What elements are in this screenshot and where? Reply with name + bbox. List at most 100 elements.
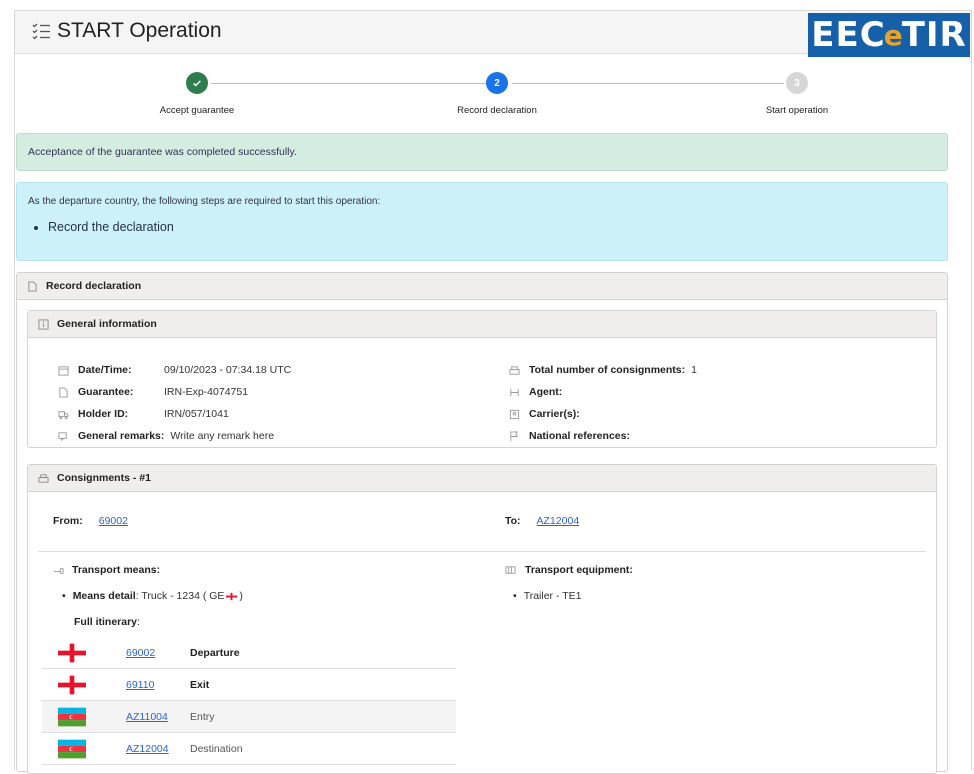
panel-title: General information — [57, 318, 157, 330]
table-row: 69110 Exit — [42, 669, 456, 701]
field-label: Total number of consignments: — [529, 364, 686, 376]
info-alert: As the departure country, the following … — [16, 182, 948, 261]
boxes-icon — [38, 473, 49, 483]
field-label: From: — [53, 515, 83, 527]
itinerary-table: 69002 Departure 69110 Exit AZ11004 Entry… — [42, 637, 456, 765]
carriers-row: Carrier(s): — [509, 408, 580, 420]
general-remarks-row: General remarks: Write any remark here — [58, 430, 274, 442]
field-label: Means detail — [72, 590, 136, 602]
georgia-flag-icon — [226, 592, 238, 600]
azerbaijan-flag-icon — [58, 707, 86, 726]
progress-stepper: Accept guarantee 2 Record declaration 3 … — [16, 72, 946, 132]
itinerary-event: Exit — [190, 678, 210, 691]
field-label: Agent: — [529, 386, 563, 398]
to-office-link[interactable]: AZ12004 — [537, 515, 580, 527]
check-icon — [186, 72, 208, 94]
national-references-row: National references: — [509, 430, 630, 442]
field-label: Full itinerary — [74, 616, 138, 628]
itinerary-event: Destination — [190, 742, 243, 755]
info-steps-list: Record the declaration — [48, 220, 936, 234]
field-label: Guarantee: — [78, 386, 134, 398]
field-value: IRN-Exp-4074751 — [164, 386, 249, 398]
step-label: Record declaration — [457, 105, 537, 116]
boxes-icon — [509, 365, 520, 375]
from-row: From: 69002 — [53, 515, 128, 527]
georgia-flag-icon — [58, 675, 86, 694]
document-icon — [28, 280, 37, 292]
field-value: 1 — [691, 364, 697, 376]
datetime-row: Date/Time: 09/10/2023 - 07:34.18 UTC — [58, 364, 291, 376]
holder-id-row: Holder ID: IRN/057/1041 — [58, 408, 229, 420]
step-number: 2 — [486, 72, 508, 94]
document-icon — [59, 386, 68, 398]
table-row: 69002 Departure — [42, 637, 456, 669]
step-record-declaration: 2 Record declaration — [397, 72, 597, 116]
panel-header: General information — [28, 311, 936, 338]
comment-icon — [58, 431, 67, 441]
carrier-icon — [509, 409, 520, 419]
itinerary-office-link[interactable]: 69110 — [126, 679, 190, 691]
logo-text-e: e — [883, 18, 904, 52]
info-alert-text: As the departure country, the following … — [28, 196, 381, 207]
itinerary-office-link[interactable]: AZ11004 — [126, 711, 190, 723]
truck-icon — [58, 410, 69, 419]
panel-header: Consignments - #1 — [28, 465, 936, 492]
table-row: AZ12004 Destination — [42, 733, 456, 765]
page-title-text: START Operation — [57, 19, 222, 42]
guarantee-row: Guarantee: IRN-Exp-4074751 — [58, 386, 248, 398]
step-start-operation: 3 Start operation — [697, 72, 897, 116]
total-consignments-row: Total number of consignments: 1 — [509, 364, 697, 376]
field-label: Transport means: — [72, 564, 161, 576]
itinerary-office-link[interactable]: 69002 — [126, 647, 190, 659]
panel-header: Record declaration — [17, 273, 947, 300]
georgia-flag-icon — [58, 643, 86, 662]
step-accept-guarantee: Accept guarantee — [97, 72, 297, 116]
step-label: Start operation — [765, 105, 829, 116]
field-label: National references: — [529, 430, 630, 442]
full-itinerary-label: Full itinerary: — [74, 616, 140, 628]
field-label: Date/Time: — [78, 364, 132, 376]
step-label: Accept guarantee — [159, 105, 235, 116]
calendar-icon — [58, 365, 69, 376]
itinerary-event: Entry — [190, 710, 215, 723]
transport-equipment-row: Transport equipment: — [505, 564, 633, 576]
field-label: To: — [505, 515, 521, 527]
equipment-value: Trailer - TE1 — [523, 590, 582, 602]
divider — [38, 551, 926, 552]
field-label: General remarks: — [78, 430, 165, 442]
link-icon — [53, 567, 64, 574]
general-remarks-input[interactable]: Write any remark here — [170, 430, 274, 442]
agent-row: Agent: — [509, 386, 562, 398]
logo-text-a: EEC — [811, 15, 886, 55]
checklist-icon — [32, 23, 50, 40]
field-value: IRN/057/1041 — [164, 408, 229, 420]
list-item: Record the declaration — [48, 220, 936, 234]
flag-icon — [510, 430, 519, 441]
means-detail-row: • Means detail : Truck - 1234 ( GE ) — [62, 590, 243, 602]
page-title: START Operation — [31, 19, 222, 43]
panel-title: Consignments - #1 — [57, 472, 151, 484]
field-label: Transport equipment: — [525, 564, 633, 576]
field-value-close: ) — [239, 590, 243, 602]
container-icon — [505, 565, 516, 574]
to-row: To: AZ12004 — [505, 515, 579, 527]
field-value: 09/10/2023 - 07:34.18 UTC — [164, 364, 292, 376]
info-icon — [38, 318, 49, 330]
field-value: : Truck - 1234 ( GE — [135, 590, 225, 602]
from-office-link[interactable]: 69002 — [99, 515, 128, 527]
itinerary-event: Departure — [190, 646, 240, 659]
transport-means-row: Transport means: — [53, 564, 160, 576]
agent-icon — [510, 388, 519, 396]
azerbaijan-flag-icon — [58, 739, 86, 758]
success-alert: Acceptance of the guarantee was complete… — [16, 133, 948, 171]
eectir-logo: EEC e TIR — [808, 13, 970, 57]
table-row: AZ11004 Entry — [42, 701, 456, 733]
equipment-item-row: • Trailer - TE1 — [513, 590, 582, 602]
panel-title: Record declaration — [46, 280, 142, 292]
itinerary-office-link[interactable]: AZ12004 — [126, 743, 190, 755]
general-information-panel: General information — [27, 310, 937, 448]
field-label: Holder ID: — [78, 408, 129, 420]
logo-text-b: TIR — [901, 15, 967, 55]
step-number: 3 — [786, 72, 808, 94]
field-label: Carrier(s): — [529, 408, 580, 420]
